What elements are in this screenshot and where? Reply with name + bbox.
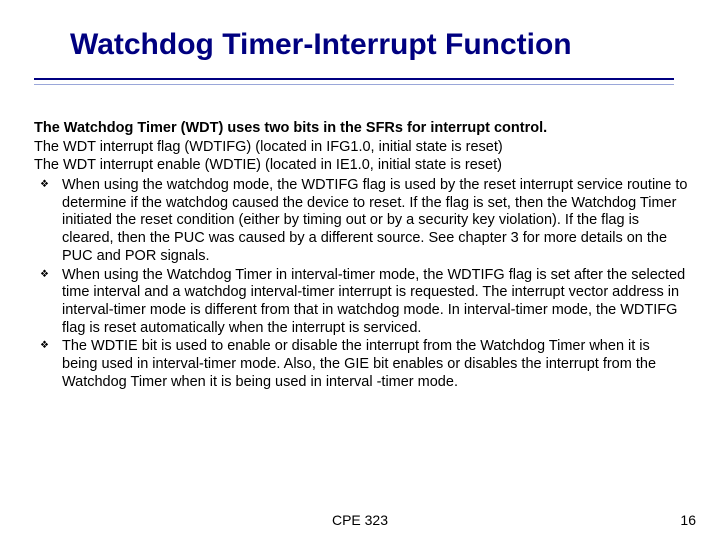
slide: Watchdog Timer-Interrupt Function The Wa… bbox=[0, 0, 720, 540]
bullet-item: The WDTIE bit is used to enable or disab… bbox=[62, 338, 688, 391]
page-number: 16 bbox=[680, 512, 696, 528]
footer-center: CPE 323 bbox=[0, 512, 720, 528]
bullet-list: When using the watchdog mode, the WDTIFG… bbox=[34, 177, 688, 391]
intro-line-1: The WDT interrupt flag (WDTIFG) (located… bbox=[34, 139, 688, 157]
title-area: Watchdog Timer-Interrupt Function bbox=[70, 28, 690, 63]
bullet-item: When using the Watchdog Timer in interva… bbox=[62, 267, 688, 338]
bullet-item: When using the watchdog mode, the WDTIFG… bbox=[62, 177, 688, 265]
intro-line-2: The WDT interrupt enable (WDTIE) (locate… bbox=[34, 157, 688, 175]
body-text: The Watchdog Timer (WDT) uses two bits i… bbox=[34, 120, 688, 392]
slide-title: Watchdog Timer-Interrupt Function bbox=[70, 28, 690, 63]
lead-line: The Watchdog Timer (WDT) uses two bits i… bbox=[34, 120, 688, 138]
title-underline bbox=[34, 78, 674, 85]
